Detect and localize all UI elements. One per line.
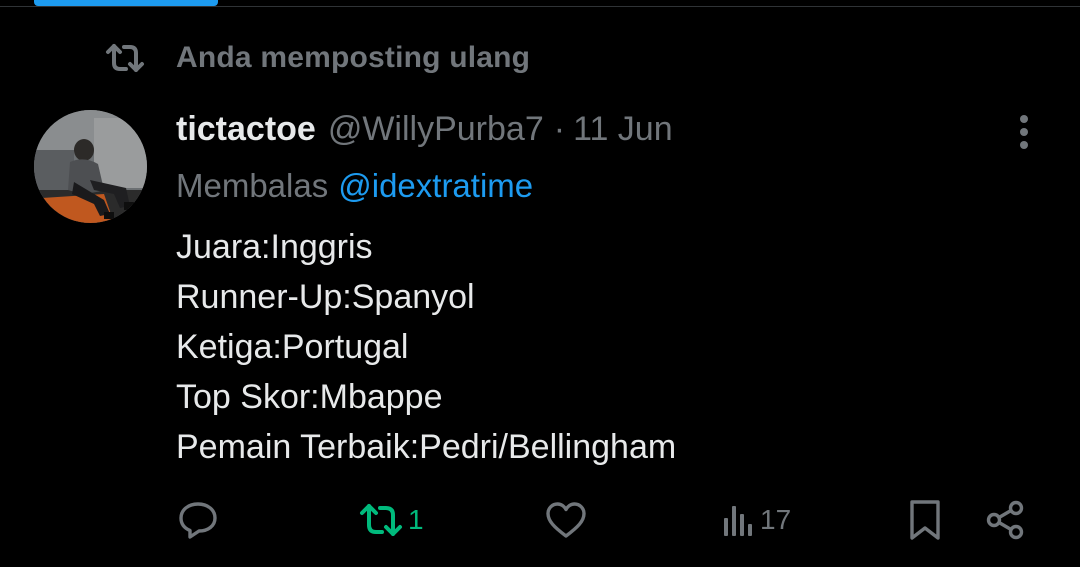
reply-icon	[179, 502, 217, 539]
tweet-line: Pemain Terbaik:Pedri/Bellingham	[176, 428, 677, 466]
views-button[interactable]: 17	[722, 492, 791, 548]
tweet-line: Top Skor:Mbappe	[176, 378, 443, 416]
tweet-header: tictactoe @WillyPurba7 · 11 Jun	[176, 106, 673, 152]
action-bar: 1 17	[0, 492, 1080, 548]
bookmark-icon	[910, 500, 940, 540]
more-vertical-icon	[1020, 115, 1028, 149]
share-button[interactable]	[984, 492, 1026, 548]
header-separator: ·	[553, 109, 566, 148]
active-tab-indicator	[34, 0, 218, 6]
views-icon	[724, 506, 752, 536]
tweet-text: Juara:Inggris Runner-Up:Spanyol Ketiga:P…	[176, 222, 1036, 472]
repost-count: 1	[408, 504, 424, 535]
tweet-line: Juara:Inggris	[176, 228, 373, 266]
tweet-date[interactable]: 11 Jun	[573, 110, 673, 149]
heart-icon	[546, 502, 586, 538]
replying-to-mention[interactable]: @idextratime	[338, 167, 533, 205]
top-divider	[0, 6, 1080, 7]
reply-button[interactable]	[176, 492, 220, 548]
tweet-line: Ketiga:Portugal	[176, 328, 409, 366]
share-icon	[986, 500, 1024, 540]
social-context: Anda memposting ulang	[104, 38, 530, 78]
like-button[interactable]	[544, 492, 588, 548]
repost-icon	[360, 504, 402, 536]
user-handle[interactable]: @WillyPurba7	[328, 110, 544, 149]
display-name[interactable]: tictactoe	[176, 110, 316, 149]
tweet-line: Runner-Up:Spanyol	[176, 278, 475, 316]
views-count: 17	[760, 504, 792, 535]
replying-to-prefix: Membalas	[176, 167, 329, 204]
social-context-label: Anda memposting ulang	[176, 41, 531, 74]
replying-to: Membalas @idextratime	[176, 164, 533, 208]
user-avatar-photo	[34, 110, 147, 223]
avatar[interactable]	[34, 110, 147, 223]
repost-button[interactable]: 1	[358, 492, 424, 548]
repost-icon	[104, 38, 148, 78]
bookmark-button[interactable]	[906, 492, 944, 548]
more-options-button[interactable]	[1004, 110, 1044, 154]
